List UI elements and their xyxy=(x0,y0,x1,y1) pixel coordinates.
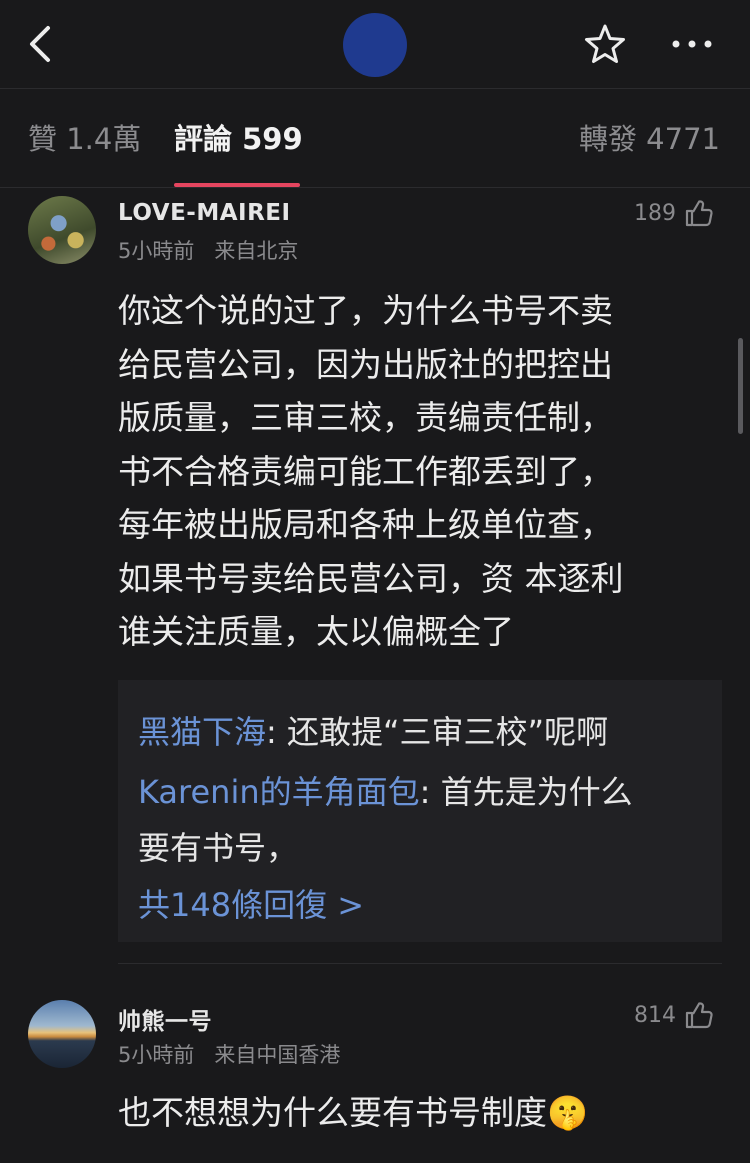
like-count: 814 xyxy=(634,1002,676,1028)
reply-text: : 还敢提“三审三校”呢啊 xyxy=(266,713,609,751)
thumbs-up-icon xyxy=(685,200,713,227)
comment-text-line: 书不合格责编可能工作都丢到了， xyxy=(118,451,613,491)
top-bar xyxy=(0,0,750,88)
comment-time: 5小時前 xyxy=(118,1043,195,1067)
comment-text: 也不想想为什么要有书号制度🤫 xyxy=(118,1086,718,1140)
author-avatar[interactable] xyxy=(343,13,407,77)
like-count: 189 xyxy=(634,200,676,226)
reply-username[interactable]: Karenin的羊角面包 xyxy=(138,773,420,811)
comment-item: 帅熊一号 5小時前 来自中国香港 814 也不想想为什么要有书号制度🤫 xyxy=(0,990,750,1163)
reply-text: : 首先是为什么 xyxy=(419,773,633,811)
favorite-button[interactable] xyxy=(583,22,627,66)
divider xyxy=(118,963,722,964)
reply-username[interactable]: 黑猫下海 xyxy=(138,713,266,751)
comment-meta: 5小時前 来自北京 xyxy=(118,235,318,265)
star-outline-icon xyxy=(585,24,625,63)
tab-comments[interactable]: 評論 599 xyxy=(174,121,303,157)
comment-text: 你这个说的过了，为什么书号不卖 给民营公司，因为出版社的把控出 版质量，三审三校… xyxy=(118,284,718,659)
back-button[interactable] xyxy=(24,22,60,66)
comment-location: 来自北京 xyxy=(214,239,299,263)
like-button[interactable]: 814 xyxy=(634,1000,714,1030)
like-button[interactable]: 189 xyxy=(634,198,714,228)
tab-likes[interactable]: 贊 1.4萬 xyxy=(28,121,141,157)
tab-bar: 贊 1.4萬 評論 599 轉發 4771 xyxy=(0,89,750,187)
comment-text-line: 给民营公司，因为出版社的把控出 xyxy=(118,344,613,384)
reply-text: 要有书号， xyxy=(138,829,299,867)
tab-reposts[interactable]: 轉發 4771 xyxy=(579,121,720,157)
comment-text-line: 版质量，三审三校，责编责任制， xyxy=(118,398,613,437)
comment-location: 来自中国香港 xyxy=(214,1043,341,1067)
more-button[interactable] xyxy=(670,30,714,58)
reply-item: Karenin的羊角面包: 首先是为什么 要有书号， xyxy=(138,764,698,876)
shushing-face-emoji: 🤫 xyxy=(547,1093,589,1132)
replies-box[interactable]: 黑猫下海: 还敢提“三审三校”呢啊 Karenin的羊角面包: 首先是为什么 要… xyxy=(118,680,722,942)
more-dots-icon xyxy=(672,40,712,48)
avatar[interactable] xyxy=(28,196,96,264)
comment-text-line: 也不想想为什么要有书号制度 xyxy=(118,1093,547,1132)
view-more-replies-link[interactable]: 共148條回復 > xyxy=(138,880,364,930)
comment-text-line: 如果书号卖给民营公司，资 本逐利 xyxy=(118,558,624,598)
comment-meta: 5小時前 来自中国香港 xyxy=(118,1039,360,1069)
comment-text-line: 谁关注质量，太以偏概全了 xyxy=(118,612,514,651)
avatar[interactable] xyxy=(28,1000,96,1068)
comment-username[interactable]: 帅熊一号 xyxy=(118,1002,212,1036)
reply-item: 黑猫下海: 还敢提“三审三校”呢啊 xyxy=(138,704,698,760)
chevron-left-icon xyxy=(30,26,50,62)
thumbs-up-icon xyxy=(685,1002,713,1029)
scrollbar[interactable] xyxy=(738,338,743,434)
comment-time: 5小時前 xyxy=(118,239,195,263)
comment-username[interactable]: LOVE-MAIREI xyxy=(118,200,291,226)
comment-text-line: 你这个说的过了，为什么书号不卖 xyxy=(118,291,613,330)
comment-text-line: 每年被出版局和各种上级单位查， xyxy=(118,505,613,544)
